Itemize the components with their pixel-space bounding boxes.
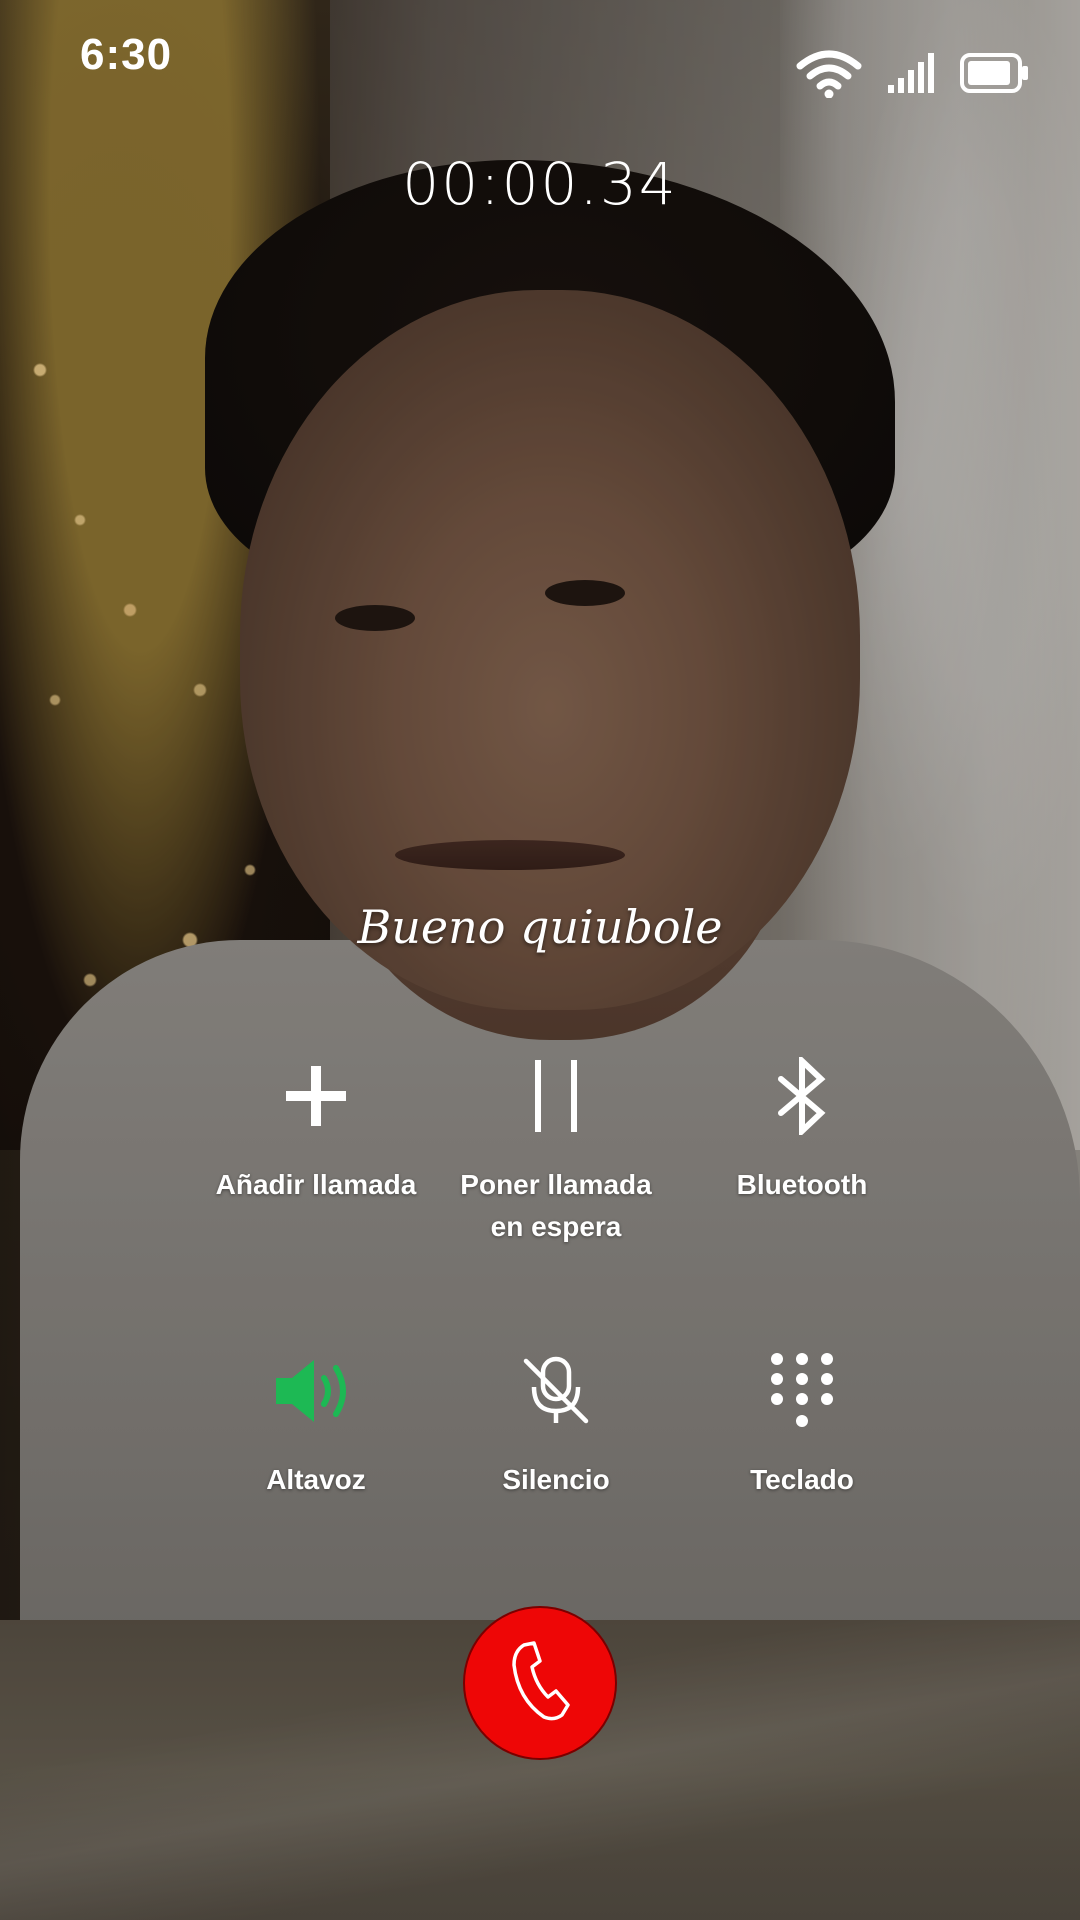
mute-label: Silencio (502, 1464, 610, 1495)
keypad-label: Teclado (750, 1464, 854, 1495)
end-call-button[interactable] (463, 1606, 617, 1760)
hold-call-label: Poner llamada en espera (460, 1169, 652, 1242)
mic-off-icon (426, 1345, 686, 1437)
battery-icon (960, 53, 1030, 98)
add-call-label: Añadir llamada (215, 1169, 417, 1200)
call-screen: 6:30 00:00.34 Bueno quiubole Añadir llam… (0, 0, 1080, 1920)
mute-button[interactable]: Silencio (426, 1345, 686, 1501)
plus-icon (186, 1050, 446, 1142)
cellular-signal-icon (888, 53, 934, 98)
speaker-button[interactable]: Altavoz (186, 1345, 446, 1501)
status-time: 6:30 (80, 30, 173, 79)
bluetooth-icon (672, 1050, 932, 1142)
speaker-label: Altavoz (266, 1464, 366, 1495)
hold-call-button[interactable]: Poner llamada en espera (426, 1050, 686, 1248)
bluetooth-label: Bluetooth (736, 1169, 868, 1200)
pause-icon (426, 1050, 686, 1142)
speaker-icon (186, 1345, 446, 1437)
phone-icon (508, 1639, 572, 1728)
call-duration: 00:00.34 (402, 150, 678, 218)
status-bar: 6:30 (0, 0, 1080, 110)
contact-caption: Bueno quiubole (357, 900, 723, 954)
add-call-button[interactable]: Añadir llamada (186, 1050, 446, 1206)
keypad-button[interactable]: Teclado (672, 1345, 932, 1501)
keypad-icon (672, 1345, 932, 1437)
bluetooth-button[interactable]: Bluetooth (672, 1050, 932, 1206)
status-icons (796, 48, 1030, 103)
wifi-icon (796, 48, 862, 103)
